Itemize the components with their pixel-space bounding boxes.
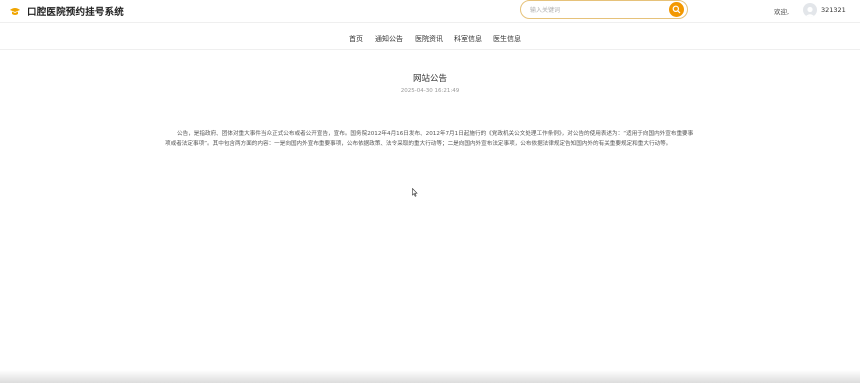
nav-item-announcements[interactable]: 通知公告 (375, 34, 403, 44)
hat-icon (10, 8, 20, 15)
search-icon (672, 5, 681, 14)
search-button[interactable] (669, 2, 684, 17)
article-content: 公告，是指政府、团体对重大事件当众正式公布或者公开宣告，宣布。国务院2012年4… (165, 131, 694, 147)
user-avatar-icon (805, 6, 815, 17)
nav-item-departments[interactable]: 科室信息 (454, 34, 482, 44)
welcome-text: 欢迎, (774, 8, 790, 16)
main-nav: 首页 通知公告 医院资讯 科室信息 医生信息 (0, 27, 860, 50)
site-title[interactable]: 口腔医院预约挂号系统 (27, 4, 124, 18)
search-box (520, 0, 688, 19)
nav-item-home[interactable]: 首页 (349, 34, 363, 44)
username[interactable]: 321321 (821, 6, 846, 14)
top-bar: 口腔医院预约挂号系统 欢迎, 321321 (0, 0, 860, 23)
search-input[interactable] (530, 4, 660, 16)
avatar[interactable] (803, 3, 817, 17)
article-title: 网站公告 (412, 74, 447, 84)
nav-item-doctors[interactable]: 医生信息 (493, 34, 521, 44)
nav-item-hospital-news[interactable]: 医院资讯 (415, 34, 443, 44)
bottom-shadow (0, 370, 860, 383)
mouse-cursor-icon (412, 188, 418, 197)
article-date: 2025-04-30 16:21:49 (400, 88, 460, 94)
